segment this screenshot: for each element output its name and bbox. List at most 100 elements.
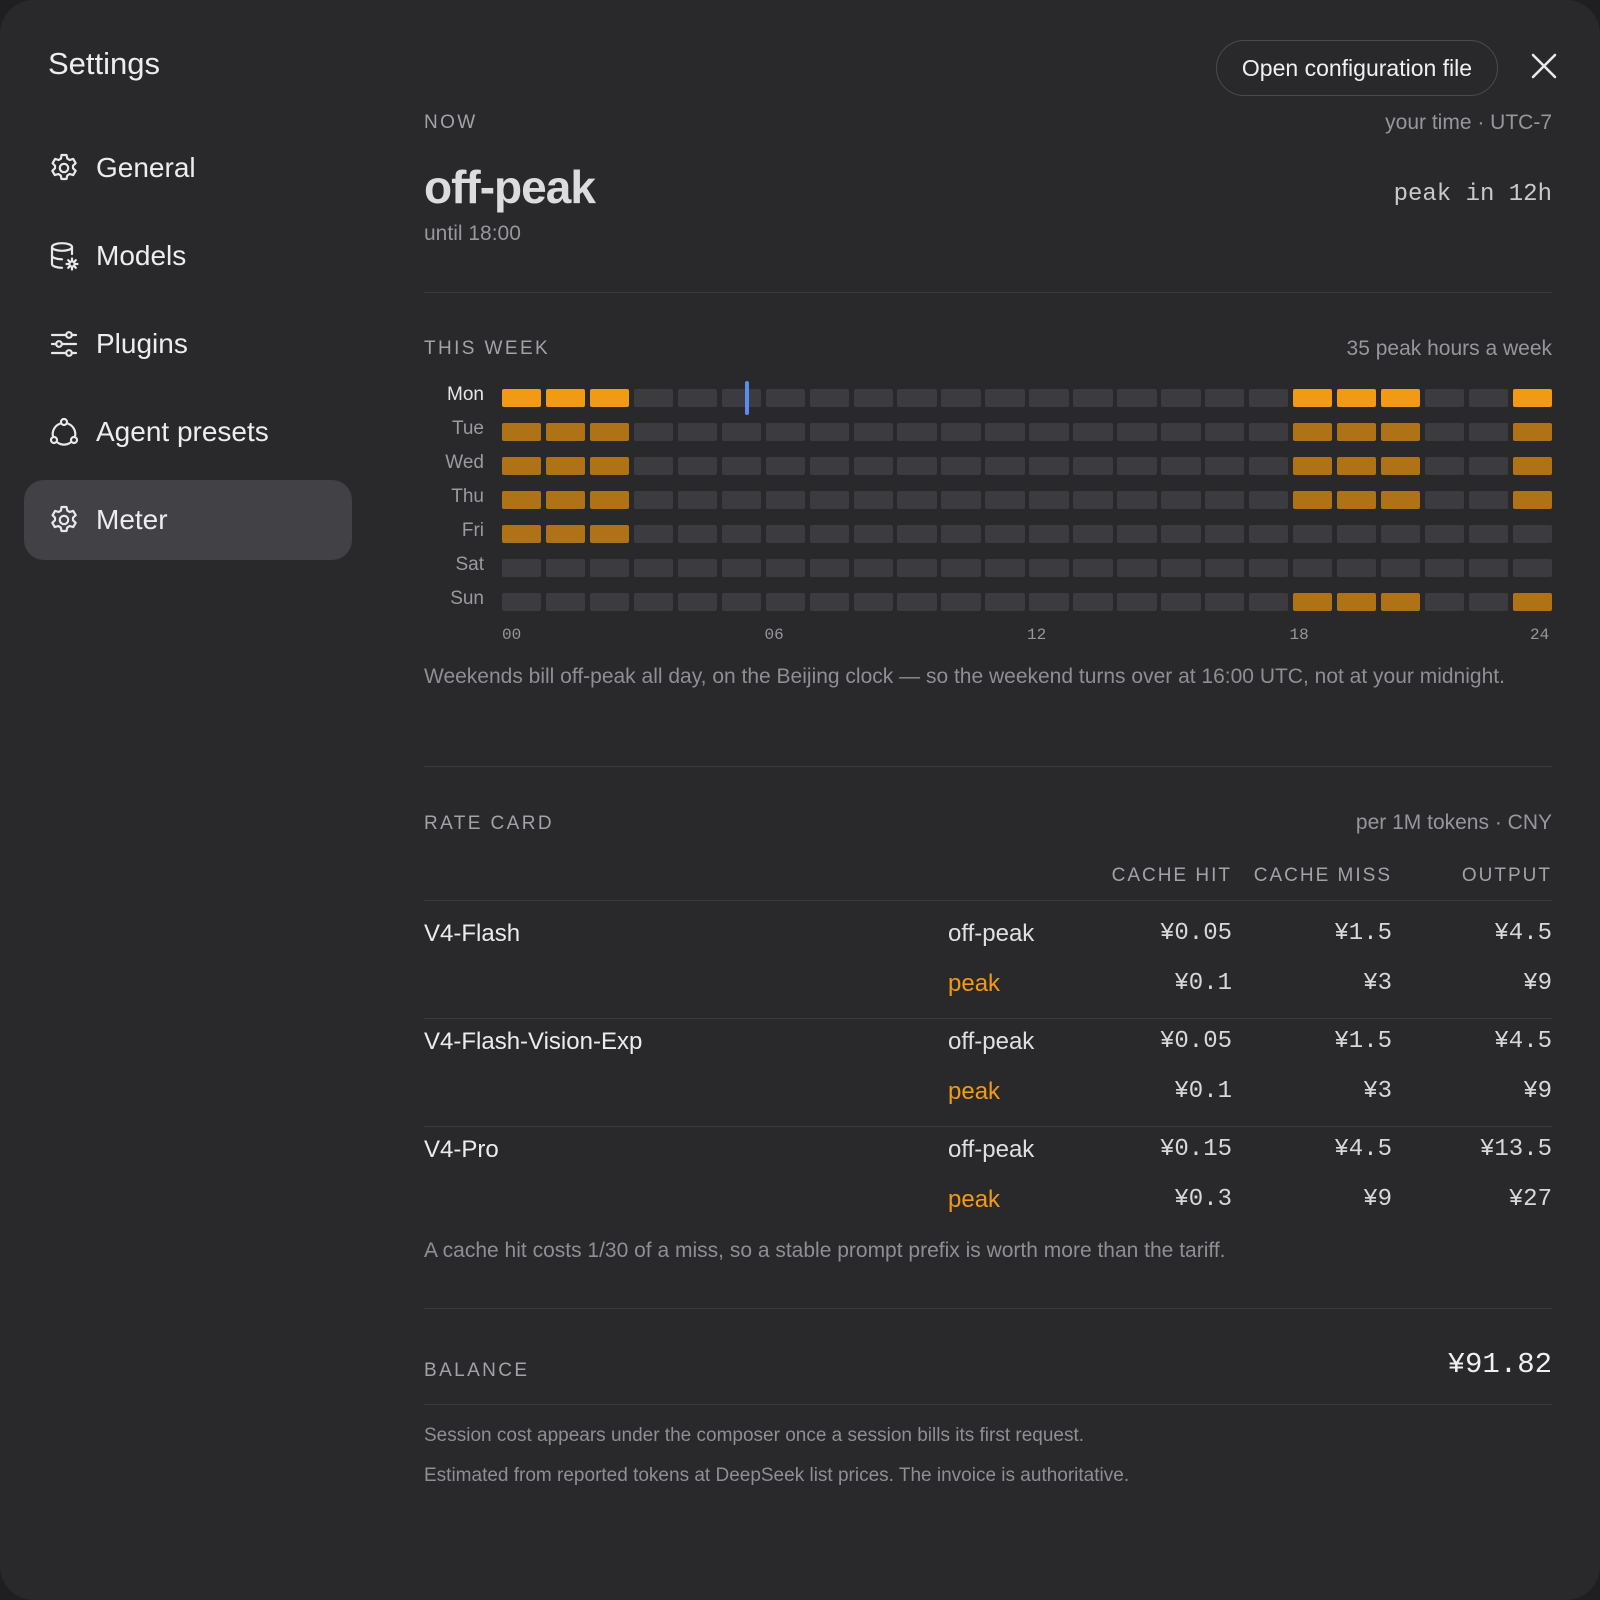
tier-label: peak (948, 1186, 1001, 1213)
offpeak-hour-cell (1248, 457, 1289, 475)
price-miss: ¥3 (1363, 1078, 1392, 1105)
hour-tick-label: 00 (502, 626, 522, 644)
peak-hour-cell (589, 389, 630, 407)
day-label: Tue (451, 418, 484, 439)
offpeak-hour-cell (1468, 457, 1509, 475)
offpeak-hour-cell (1029, 593, 1069, 611)
hour-tick-label: 12 (1027, 626, 1047, 644)
column-header-output: OUTPUT (1461, 865, 1552, 886)
offpeak-hour-cell (941, 559, 981, 577)
price-hit: ¥0.1 (1174, 1078, 1232, 1105)
offpeak-hour-cell (633, 423, 674, 441)
offpeak-hour-cell (1073, 593, 1113, 611)
peak-hour-cell (502, 423, 542, 441)
week-label: THIS WEEK (424, 338, 551, 359)
price-miss: ¥9 (1363, 1186, 1392, 1213)
week-note: Weekends bill off-peak all day, on the B… (424, 665, 1505, 688)
offpeak-hour-cell (1292, 525, 1333, 543)
offpeak-hour-cell (853, 525, 893, 543)
offpeak-hour-cell (1424, 559, 1465, 577)
offpeak-hour-cell (589, 593, 630, 611)
peak-hour-cell (589, 491, 630, 509)
offpeak-hour-cell (941, 423, 981, 441)
offpeak-hour-cell (721, 559, 762, 577)
close-button[interactable] (1526, 50, 1562, 86)
offpeak-hour-cell (1380, 525, 1421, 543)
divider (424, 1308, 1552, 1309)
gear-icon (48, 152, 80, 184)
offpeak-hour-cell (809, 593, 849, 611)
offpeak-hour-cell (721, 457, 762, 475)
offpeak-hour-cell (853, 593, 893, 611)
week-summary: 35 peak hours a week (1346, 337, 1552, 360)
rate-card-label: RATE CARD (424, 813, 554, 834)
day-label: Thu (451, 486, 484, 507)
gear-icon (48, 504, 80, 536)
peak-hour-cell (1292, 389, 1333, 407)
offpeak-hour-cell (1205, 457, 1245, 475)
peak-hour-cell (1380, 389, 1421, 407)
offpeak-hour-cell (1161, 525, 1201, 543)
offpeak-hour-cell (985, 593, 1025, 611)
peak-hour-cell (1336, 389, 1377, 407)
open-config-button[interactable]: Open configuration file (1216, 40, 1498, 96)
offpeak-hour-cell (1468, 593, 1509, 611)
offpeak-hour-cell (941, 389, 981, 407)
divider (424, 1404, 1552, 1405)
sidebar-item-general[interactable]: General (24, 128, 352, 208)
column-header-cache-miss: CACHE MISS (1253, 865, 1392, 886)
price-output: ¥9 (1523, 1078, 1552, 1105)
sidebar-item-plugins[interactable]: Plugins (24, 304, 352, 384)
price-hit: ¥0.1 (1174, 970, 1232, 997)
price-hit: ¥0.05 (1159, 1028, 1232, 1055)
price-miss: ¥1.5 (1334, 920, 1392, 947)
sidebar-item-meter[interactable]: Meter (24, 480, 352, 560)
offpeak-hour-cell (765, 525, 806, 543)
offpeak-hour-cell (721, 423, 762, 441)
offpeak-hour-cell (1512, 525, 1552, 543)
peak-hour-cell (502, 457, 542, 475)
offpeak-hour-cell (1073, 491, 1113, 509)
offpeak-hour-cell (897, 593, 937, 611)
peak-hour-cell (1380, 457, 1421, 475)
offpeak-hour-cell (1248, 525, 1289, 543)
peak-hour-cell (502, 525, 542, 543)
peak-hour-cell (589, 525, 630, 543)
divider (424, 1018, 1552, 1019)
offpeak-hour-cell (721, 593, 762, 611)
offpeak-hour-cell (897, 559, 937, 577)
database-gear-icon (48, 240, 80, 272)
offpeak-hour-cell (897, 389, 937, 407)
offpeak-hour-cell (853, 491, 893, 509)
peak-hour-cell (1292, 457, 1333, 475)
offpeak-hour-cell (1029, 525, 1069, 543)
offpeak-hour-cell (985, 389, 1025, 407)
offpeak-hour-cell (677, 525, 718, 543)
offpeak-hour-cell (545, 593, 586, 611)
tier-label: off-peak (948, 920, 1035, 947)
offpeak-hour-cell (897, 423, 937, 441)
offpeak-hour-cell (809, 457, 849, 475)
sidebar-item-agent-presets[interactable]: Agent presets (24, 392, 352, 472)
offpeak-hour-cell (765, 457, 806, 475)
offpeak-hour-cell (1161, 593, 1201, 611)
offpeak-hour-cell (765, 423, 806, 441)
tier-label: off-peak (948, 1136, 1035, 1163)
offpeak-hour-cell (765, 491, 806, 509)
offpeak-hour-cell (1424, 457, 1465, 475)
offpeak-hour-cell (1073, 457, 1113, 475)
rate-card-unit: per 1M tokens · CNY (1355, 811, 1552, 834)
offpeak-hour-cell (1424, 593, 1465, 611)
sidebar-item-models[interactable]: Models (24, 216, 352, 296)
offpeak-hour-cell (1424, 423, 1465, 441)
offpeak-hour-cell (897, 457, 937, 475)
sidebar: Settings General Models Plugins Agent pr… (0, 0, 376, 1600)
offpeak-hour-cell (677, 593, 718, 611)
offpeak-hour-cell (1073, 389, 1113, 407)
offpeak-hour-cell (1336, 559, 1377, 577)
offpeak-hour-cell (1205, 423, 1245, 441)
sidebar-item-label: Models (96, 240, 187, 271)
offpeak-hour-cell (985, 491, 1025, 509)
peak-hour-cell (1292, 423, 1333, 441)
peak-hour-cell (589, 457, 630, 475)
